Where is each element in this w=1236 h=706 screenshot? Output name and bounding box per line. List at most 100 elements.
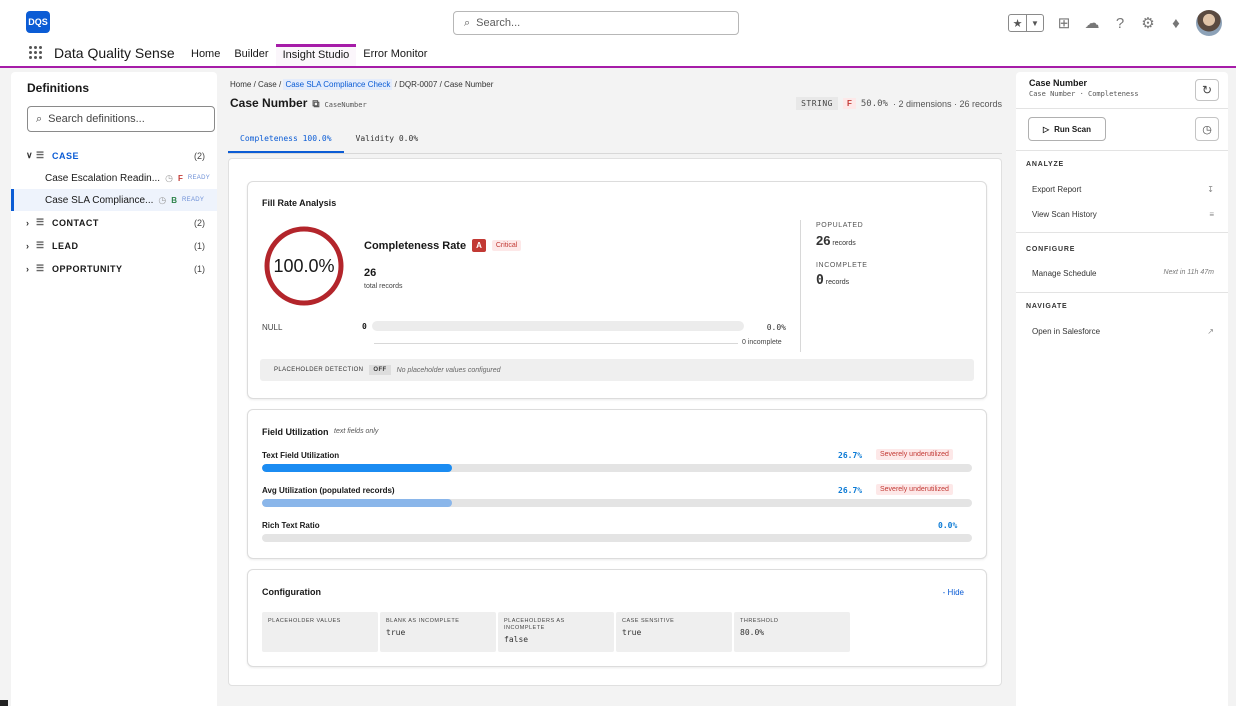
- nav-tab-home[interactable]: Home: [184, 44, 227, 66]
- incomplete-label: INCOMPLETE: [816, 262, 868, 269]
- null-percent: 0.0%: [766, 323, 786, 332]
- config-value: 80.0%: [740, 628, 765, 637]
- breadcrumb-home[interactable]: Home: [230, 80, 251, 89]
- database-icon: ☰: [36, 150, 45, 160]
- manage-schedule-item[interactable]: Manage Schedule Next in 11h 47m: [1032, 269, 1214, 278]
- tab-completeness[interactable]: Completeness 100.0%: [228, 126, 344, 153]
- field-grade-badge: F: [842, 98, 856, 109]
- actions-panel: Case Number Case Number · Completeness ↻…: [1016, 72, 1228, 706]
- favorites-dropdown-icon[interactable]: ▼: [1026, 15, 1043, 31]
- schedule-button[interactable]: ◷: [1195, 117, 1219, 141]
- incomplete-unit: records: [825, 279, 850, 286]
- config-value: true: [622, 628, 642, 637]
- global-search-placeholder: Search...: [476, 17, 521, 29]
- object-row-case[interactable]: ∨ ☰ CASE (2): [11, 144, 217, 167]
- breadcrumb-case[interactable]: Case: [258, 80, 277, 89]
- view-scan-history-item[interactable]: View Scan History ≡: [1032, 210, 1214, 219]
- refresh-button[interactable]: ↻: [1195, 79, 1219, 101]
- breadcrumb-separator: /: [253, 80, 256, 89]
- clock-icon: ◷: [165, 172, 173, 183]
- analyze-section-label: ANALYZE: [1026, 161, 1065, 168]
- grade-badge: B: [171, 195, 178, 205]
- object-row-opportunity[interactable]: › ☰ OPPORTUNITY (1): [11, 257, 217, 280]
- utilization-row-label: Rich Text Ratio: [262, 521, 320, 530]
- object-count: (1): [194, 263, 205, 274]
- database-icon: ☰: [36, 263, 45, 273]
- run-scan-label: Run Scan: [1054, 124, 1092, 134]
- open-in-salesforce-item[interactable]: Open in Salesforce ↗: [1032, 327, 1214, 336]
- hide-configuration-button[interactable]: - Hide: [943, 588, 964, 597]
- definitions-search-input[interactable]: ⌕ Search definitions...: [27, 106, 215, 132]
- configure-section-label: CONFIGURE: [1026, 246, 1076, 253]
- config-value: false: [504, 635, 529, 644]
- external-link-icon[interactable]: ⧉: [312, 99, 319, 110]
- placeholder-detection-bar: PLACEHOLDER DETECTION OFF No placeholder…: [260, 359, 974, 381]
- favorites-star-icon[interactable]: ★: [1009, 15, 1026, 31]
- object-row-contact[interactable]: › ☰ CONTACT (2): [11, 211, 217, 234]
- utilization-bar-fill: [262, 499, 452, 507]
- object-count: (2): [194, 150, 205, 161]
- app-logo[interactable]: DQS: [26, 11, 50, 33]
- object-row-lead[interactable]: › ☰ LEAD (1): [11, 234, 217, 257]
- list-icon: ≡: [1209, 210, 1214, 219]
- placeholder-note: No placeholder values configured: [396, 366, 501, 374]
- refresh-icon: ↻: [1201, 83, 1213, 97]
- tab-validity[interactable]: Validity 0.0%: [344, 126, 431, 153]
- definition-label: Case Escalation Readin...: [45, 172, 161, 184]
- add-icon[interactable]: ⊞: [1056, 14, 1072, 32]
- incomplete-summary: 0 incomplete: [742, 339, 782, 346]
- trailhead-icon[interactable]: ☁: [1084, 14, 1100, 32]
- breadcrumb-separator: /: [394, 80, 397, 89]
- config-label: PLACEHOLDER VALUES: [268, 618, 341, 624]
- config-item: PLACEHOLDERS AS INCOMPLETE false: [498, 612, 614, 652]
- incomplete-stat: 0 records: [816, 273, 849, 288]
- run-scan-button[interactable]: ▷ Run Scan: [1028, 117, 1106, 141]
- app-launcher-icon[interactable]: [29, 44, 43, 60]
- field-utilization-card: Field Utilization text fields only Text …: [247, 409, 987, 559]
- play-icon: ▷: [1042, 124, 1050, 134]
- utilization-row-percent: 26.7%: [838, 451, 863, 460]
- nav-tab-builder[interactable]: Builder: [227, 44, 275, 66]
- nav-tab-error-monitor[interactable]: Error Monitor: [356, 44, 434, 66]
- favorites-group[interactable]: ★ ▼: [1008, 14, 1044, 32]
- view-scan-history-label: View Scan History: [1032, 210, 1097, 219]
- window-corner: [0, 700, 8, 706]
- user-avatar[interactable]: [1196, 10, 1222, 36]
- completeness-rate-heading: Completeness Rate A Critical: [364, 239, 522, 252]
- definitions-search-placeholder: Search definitions...: [48, 113, 145, 125]
- notifications-bell-icon[interactable]: ♦: [1168, 15, 1184, 32]
- breadcrumb-check[interactable]: Case SLA Compliance Check: [283, 79, 393, 90]
- setup-gear-icon[interactable]: ⚙: [1140, 14, 1156, 32]
- definition-item[interactable]: Case Escalation Readin... ◷ F READY: [11, 167, 217, 189]
- config-label: BLANK AS INCOMPLETE: [386, 618, 460, 624]
- divider: [1016, 232, 1228, 233]
- search-icon: ⌕: [36, 112, 43, 125]
- config-item: CASE SENSITIVE true: [616, 612, 732, 652]
- global-search-input[interactable]: ⌕ Search...: [453, 11, 739, 35]
- clock-icon: ◷: [158, 194, 167, 205]
- definitions-tree: ∨ ☰ CASE (2) Case Escalation Readin... ◷…: [11, 144, 217, 280]
- dimension-panel: Fill Rate Analysis 100.0% Completeness R…: [228, 158, 1002, 686]
- export-report-item[interactable]: Export Report ↧: [1032, 185, 1214, 194]
- app-nav-bar: Data Quality Sense Home Builder Insight …: [0, 44, 1236, 68]
- divider: [374, 343, 738, 344]
- divider: [800, 220, 801, 352]
- null-label: NULL: [262, 323, 283, 332]
- divider: [1016, 108, 1228, 109]
- breadcrumb-rule-id[interactable]: DQR-0007: [399, 80, 437, 89]
- configuration-title: Configuration: [262, 587, 321, 597]
- breadcrumb-separator: /: [278, 80, 282, 89]
- breadcrumb-separator: /: [439, 80, 442, 89]
- external-link-icon: ↗: [1207, 327, 1214, 336]
- incomplete-value: 0: [816, 273, 824, 288]
- object-label: OPPORTUNITY: [52, 263, 123, 274]
- divider: [1016, 292, 1228, 293]
- export-report-label: Export Report: [1032, 185, 1082, 194]
- help-icon[interactable]: ?: [1112, 15, 1128, 32]
- definition-item-selected[interactable]: Case SLA Compliance... ◷ B READY: [11, 189, 217, 211]
- main-content: Home / Case / Case SLA Compliance Check …: [228, 72, 1012, 706]
- divider: [1016, 150, 1228, 151]
- utilization-bar-track: [262, 464, 972, 472]
- config-value: true: [386, 628, 406, 637]
- nav-tab-insight-studio[interactable]: Insight Studio: [275, 44, 357, 66]
